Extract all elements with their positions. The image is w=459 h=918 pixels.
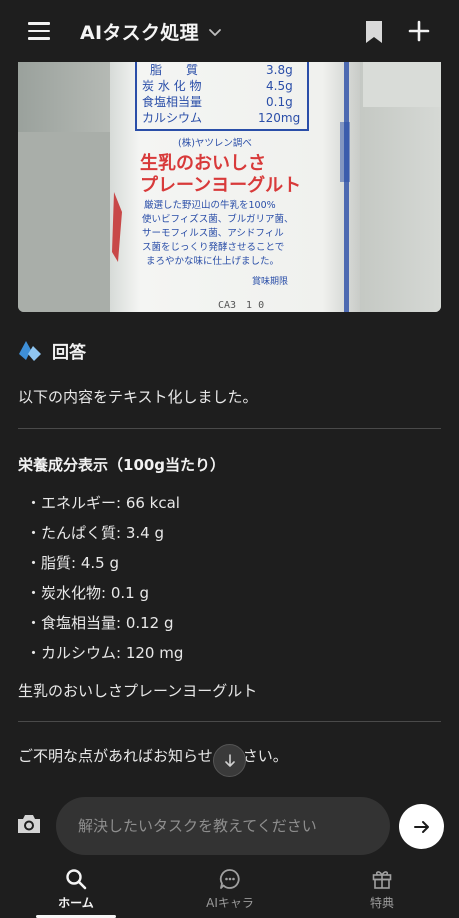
description-photo: 厳選した野辺山の牛乳を100% 使いビフィズス菌、ブルガリア菌、 サーモフィルス… [142, 199, 294, 267]
chevron-down-icon [208, 28, 221, 36]
product-name-text: 生乳のおいしさプレーンヨーグルト [18, 682, 258, 700]
nutrition-heading: 栄養成分表示（100g当たり） [18, 456, 226, 474]
yogurt-label-image: 脂 質 3.8g 炭 水 化 物 4.5g 食塩相当量 0.1g カルシウム 1… [18, 62, 441, 312]
bookmark-icon[interactable] [364, 20, 384, 44]
list-item: ・エネルギー: 66 kcal [26, 494, 180, 512]
svg-text:食塩相当量: 食塩相当量 [142, 94, 202, 109]
list-item: ・食塩相当量: 0.12 g [26, 614, 174, 632]
divider [18, 721, 441, 722]
chat-content[interactable]: 脂 質 3.8g 炭 水 化 物 4.5g 食塩相当量 0.1g カルシウム 1… [0, 62, 459, 790]
nav-label-gift: 特典 [369, 896, 394, 910]
list-item: ・カルシウム: 120 mg [26, 644, 184, 662]
nav-item-ai-chara[interactable]: AIキャラ [170, 858, 290, 918]
product-line1: 生乳のおいしさ [140, 152, 266, 174]
app-root: AIタスク処理 脂 質 3.8g 炭 水 化 物 4.5g 食塩相当量 0.1g… [0, 0, 459, 918]
answer-header: 回答 [18, 338, 86, 363]
svg-text:4.5g: 4.5g [266, 79, 293, 93]
answer-title: 回答 [52, 343, 86, 363]
svg-text:使いビフィズス菌、ブルガリア菌、: 使いビフィズス菌、ブルガリア菌、 [142, 213, 294, 225]
task-input[interactable] [56, 797, 390, 855]
svg-text:厳選した野辺山の牛乳を100%: 厳選した野辺山の牛乳を100% [144, 199, 276, 211]
nav-item-gift[interactable]: 特典 [322, 858, 442, 918]
bottom-navigation: ホーム AIキャラ 特典 [0, 858, 459, 918]
svg-text:ス菌をじっくり発酵させることで: ス菌をじっくり発酵させることで [142, 241, 284, 253]
arrow-right-icon [413, 820, 429, 833]
camera-icon[interactable] [16, 812, 42, 836]
svg-text:カルシウム: カルシウム [142, 111, 202, 125]
svg-text:炭 水 化 物: 炭 水 化 物 [142, 79, 201, 93]
ai-logo-icon [19, 340, 41, 361]
list-item: ・脂質: 4.5 g [26, 554, 119, 572]
menu-icon[interactable] [28, 22, 50, 40]
expiry-text: 賞味期限 [252, 275, 288, 287]
svg-text:脂 質: 脂 質 [150, 62, 198, 77]
lot-code: CA3 1 0 [218, 300, 264, 311]
plus-icon[interactable] [408, 20, 430, 42]
product-line2: プレーンヨーグルト [140, 174, 301, 196]
answer-intro: 以下の内容をテキスト化しました。 [18, 388, 258, 406]
closing-text: ご不明な点があればお知らせください。 [18, 747, 288, 765]
title-dropdown[interactable]: AIタスク処理 [80, 18, 223, 45]
nav-label-home: ホーム [58, 896, 94, 910]
list-item: ・炭水化物: 0.1 g [26, 584, 149, 602]
arrow-down-icon [224, 753, 235, 767]
nav-label-ai-chara: AIキャラ [206, 896, 254, 910]
svg-text:3.8g: 3.8g [266, 63, 293, 77]
top-app-bar: AIタスク処理 [0, 0, 459, 62]
send-button[interactable] [399, 804, 444, 849]
svg-text:まろやかな味に仕上げました。: まろやかな味に仕上げました。 [146, 255, 279, 267]
chat-bubble-icon [219, 869, 240, 889]
page-title: AIタスク処理 [80, 22, 199, 44]
maker-text: (株)ヤツレン調べ [178, 137, 252, 149]
list-item: ・たんぱく質: 3.4 g [26, 524, 164, 542]
scroll-down-button[interactable] [213, 744, 246, 777]
nav-item-home[interactable]: ホーム [16, 858, 136, 918]
divider [18, 428, 441, 429]
search-icon [66, 869, 87, 890]
svg-text:サーモフィルス菌、アシドフィル: サーモフィルス菌、アシドフィル [142, 227, 284, 239]
svg-text:0.1g: 0.1g [266, 95, 293, 109]
gift-icon [372, 871, 392, 889]
uploaded-photo[interactable]: 脂 質 3.8g 炭 水 化 物 4.5g 食塩相当量 0.1g カルシウム 1… [18, 62, 441, 312]
nutrition-list: ・エネルギー: 66 kcal ・たんぱく質: 3.4 g ・脂質: 4.5 g… [26, 488, 183, 668]
svg-text:120mg: 120mg [258, 111, 300, 125]
